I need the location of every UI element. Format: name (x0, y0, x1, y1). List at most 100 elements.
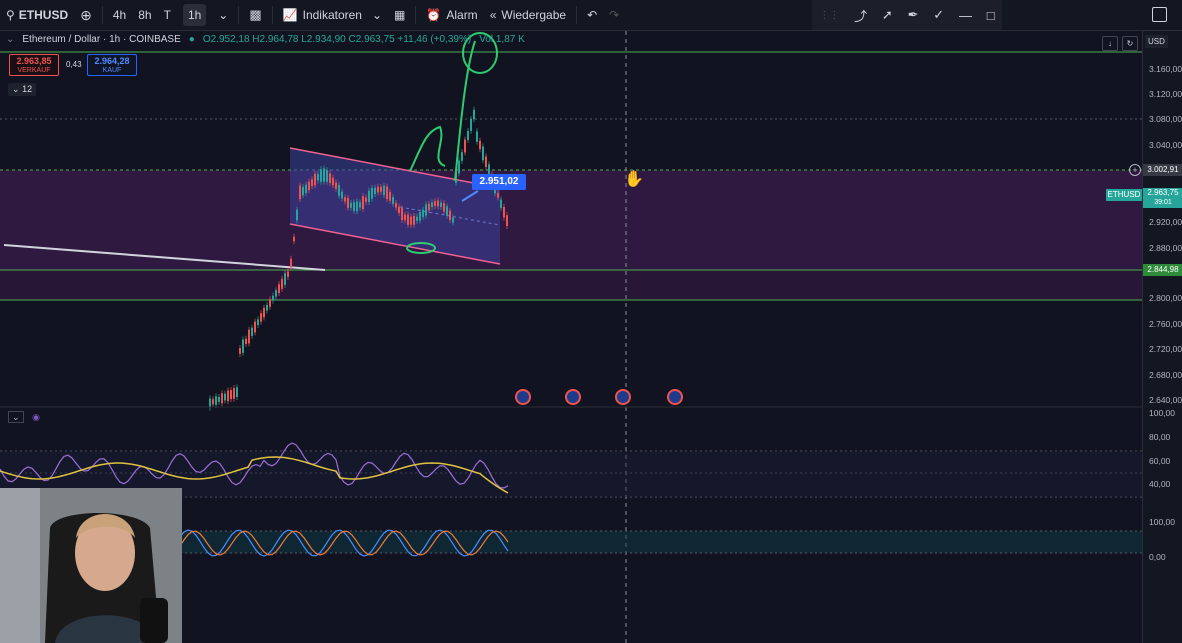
support-zone (0, 270, 1142, 300)
price-axis-label: 2.920,00 (1149, 217, 1182, 227)
path-tool-icon[interactable]: ⤴ (854, 6, 867, 25)
download-icon[interactable]: ↓ (1102, 36, 1118, 51)
chevron-down-icon: ⌄ (371, 8, 383, 22)
search-icon: ⚲ (6, 8, 15, 22)
separator (576, 6, 578, 24)
price-axis-label: 2.760,00 (1149, 319, 1182, 329)
currency-selector[interactable]: USD (1145, 35, 1168, 48)
price-axis-label: 3.120,00 (1149, 89, 1182, 99)
templates-button[interactable]: ▦ (388, 0, 411, 30)
chart-type-button[interactable]: ▩ (243, 0, 267, 30)
price-axis-label: 2.680,00 (1149, 370, 1182, 380)
buy-price: 2.964,28 (94, 56, 130, 66)
event-marker-flag-icon[interactable] (667, 389, 683, 405)
grid-icon: ▦ (394, 8, 406, 22)
indicator-collapse-button[interactable]: ⌄ 12 (8, 83, 37, 96)
stoch-axis-label: 0,00 (1149, 552, 1166, 562)
settings-icon[interactable]: ◉ (32, 412, 40, 422)
separator (101, 6, 103, 24)
interval-day[interactable]: T (158, 0, 177, 30)
hand-cursor-icon: ✋ (624, 171, 644, 188)
sell-label: VERKAUF (17, 67, 51, 74)
undo-icon: ↶ (587, 8, 598, 22)
plus-circle-icon: ⊕ (80, 6, 92, 23)
fullscreen-button[interactable] (1152, 7, 1167, 22)
undo-button[interactable]: ↶ (581, 0, 603, 30)
price-axis-label: 3.160,00 (1149, 64, 1182, 74)
brush-tool-icon[interactable]: ✓ (933, 7, 944, 23)
chevron-down-icon[interactable]: ⌄ (8, 411, 24, 423)
current-price: 2.963,75 (1147, 188, 1179, 197)
indicator-count: 12 (22, 84, 33, 94)
price-axis-label: 3.080,00 (1149, 114, 1182, 124)
chevron-down-icon: ⌄ (218, 8, 229, 22)
price-axis-label: 2.880,00 (1149, 243, 1182, 253)
interval-4h[interactable]: 4h (107, 0, 132, 30)
presenter-silhouette (0, 488, 182, 643)
price-axis-label: 2.800,00 (1149, 293, 1182, 303)
chart-legend: ⌄ Ethereum / Dollar · 1h · COINBASE ● O2… (6, 34, 525, 45)
indicators-label: Indikatoren (302, 8, 362, 22)
replay-button[interactable]: « Wiedergabe (484, 0, 572, 30)
refresh-icon[interactable]: ↻ (1122, 36, 1138, 51)
price-axis-label: 2.720,00 (1149, 344, 1182, 354)
event-marker-flag-icon[interactable] (565, 389, 581, 405)
rsi-axis-label: 80,00 (1149, 432, 1171, 442)
resistance-zone (0, 170, 1142, 270)
legend-ohlc: O2.952,18 H2.964,78 L2.934,90 C2.963,75 … (202, 34, 472, 45)
redo-icon: ↷ (609, 8, 620, 22)
alarm-button[interactable]: ⏰ Alarm (420, 0, 483, 30)
crosshair-price-tag: 3.002,91 (1143, 164, 1182, 176)
event-markers (515, 389, 683, 405)
rsi-axis-label: 100,00 (1149, 408, 1175, 418)
top-toolbar: ⚲ ETHUSD ⊕ 4h 8h T 1h ⌄ ▩ 📈 Indikatoren … (0, 0, 1182, 31)
interval-dropdown[interactable]: ⌄ (212, 0, 234, 30)
buy-button[interactable]: 2.964,28 KAUF (87, 54, 137, 76)
replay-label: Wiedergabe (501, 8, 567, 22)
level-price-tag: 2.844,98 (1143, 264, 1182, 276)
separator (271, 6, 273, 24)
countdown: 39:01 (1154, 199, 1172, 206)
indicators-icon: 📈 (282, 8, 298, 22)
indicators-button[interactable]: 📈 Indikatoren ⌄ (277, 0, 388, 30)
symbol-search[interactable]: ⚲ ETHUSD (0, 0, 74, 30)
spread-value: 0,43 (66, 60, 82, 69)
price-axis[interactable]: USD 3.160,00 3.120,00 3.080,00 3.040,00 … (1142, 31, 1182, 643)
event-marker-flag-icon[interactable] (515, 389, 531, 405)
interval-1h-wrapper: 1h (177, 0, 212, 30)
pen-tool-icon[interactable]: ✒ (908, 7, 919, 23)
legend-title[interactable]: Ethereum / Dollar · 1h · COINBASE (22, 34, 180, 45)
buy-label: KAUF (102, 67, 122, 74)
trendline-tool-icon[interactable]: ➚ (882, 7, 893, 23)
horizontal-line-tool-icon[interactable]: — (959, 8, 972, 23)
interval-8h[interactable]: 8h (132, 0, 157, 30)
price-axis-label: 3.040,00 (1149, 140, 1182, 150)
event-marker-flag-icon[interactable] (615, 389, 631, 405)
legend-volume: Vol 1,87 K (479, 34, 525, 45)
symbol-axis-tag: ETHUSD (1106, 189, 1142, 201)
compare-add-button[interactable]: ⊕ (74, 0, 98, 30)
separator (238, 6, 240, 24)
rsi-pane-controls: ⌄ ◉ (8, 411, 40, 423)
symbol-label: ETHUSD (18, 8, 69, 22)
drawing-scribble (409, 125, 446, 172)
chevron-down-icon: ⌄ (12, 84, 20, 94)
separator (415, 6, 417, 24)
sell-button[interactable]: 2.963,85 VERKAUF (9, 54, 59, 76)
live-dot-icon: ● (188, 34, 195, 45)
chevron-down-icon[interactable]: ⌄ (6, 34, 14, 45)
webcam-overlay (0, 488, 182, 643)
redo-button[interactable]: ↷ (603, 0, 625, 30)
rewind-icon: « (489, 8, 497, 22)
rsi-axis-label: 60,00 (1149, 456, 1171, 466)
add-alert-icon[interactable]: + (1129, 164, 1141, 176)
sell-price: 2.963,85 (16, 56, 52, 66)
rsi-axis-label: 40,00 (1149, 479, 1171, 489)
drawing-toolbar: ⋮⋮ ⤴ ➚ ✒ ✓ — □ (812, 0, 1002, 30)
candles-icon: ▩ (249, 7, 262, 22)
drag-handle-icon[interactable]: ⋮⋮ (819, 10, 839, 21)
alarm-clock-icon: ⏰ (426, 8, 442, 22)
rectangle-tool-icon[interactable]: □ (987, 8, 995, 23)
interval-1h[interactable]: 1h (182, 4, 207, 26)
stoch-axis-label: 100,00 (1149, 517, 1175, 527)
